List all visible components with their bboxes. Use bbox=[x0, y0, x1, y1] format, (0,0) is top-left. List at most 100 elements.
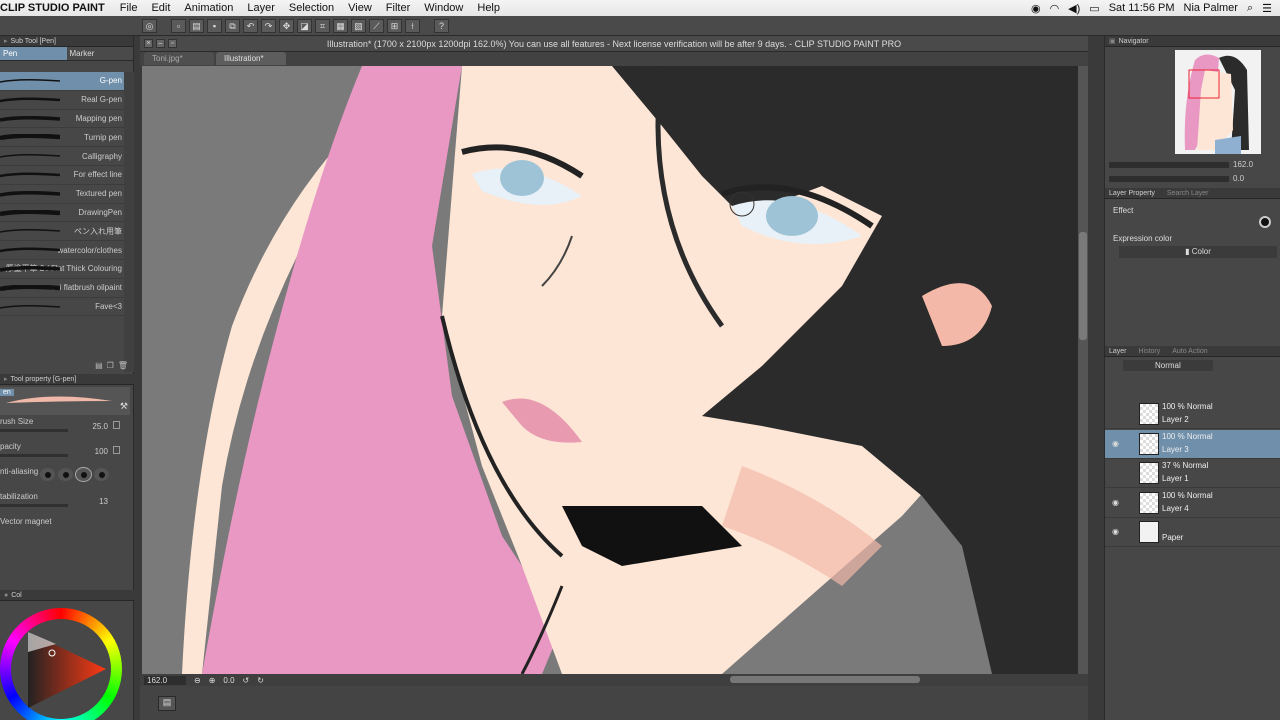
menu-view[interactable]: View bbox=[341, 2, 379, 14]
filmstrip-icon[interactable]: ▤ bbox=[158, 696, 176, 711]
brush-item[interactable]: Mapping pen bbox=[0, 110, 124, 129]
brush-item[interactable]: 厚塗平筆 2 / Flat Thick Colouring bbox=[0, 260, 124, 279]
horizontal-scroll-thumb[interactable] bbox=[730, 676, 920, 683]
tab-layer[interactable]: Layer bbox=[1109, 348, 1127, 355]
menu-filter[interactable]: Filter bbox=[379, 2, 417, 14]
tab-layer-property[interactable]: Layer Property bbox=[1109, 190, 1155, 197]
brush-item[interactable]: Calligraphy bbox=[0, 147, 124, 166]
color-panel-header[interactable]: ● Col bbox=[0, 590, 134, 601]
stabilization-slider[interactable] bbox=[0, 504, 68, 507]
search-icon[interactable]: ⌕ bbox=[1247, 2, 1253, 15]
app-name-menu[interactable]: CLIP STUDIO PAINT bbox=[0, 2, 113, 14]
brush-item[interactable]: G-pen bbox=[0, 72, 124, 91]
vertical-scroll-thumb[interactable] bbox=[1079, 232, 1087, 340]
brush-item[interactable]: DrawingPen bbox=[0, 204, 124, 223]
menu-window[interactable]: Window bbox=[417, 2, 470, 14]
wrench-icon[interactable]: ⚒ bbox=[120, 401, 128, 412]
volume-icon[interactable]: ◀) bbox=[1068, 2, 1080, 15]
brush-item[interactable]: Turnip pen bbox=[0, 128, 124, 148]
clear-icon[interactable]: ✥ bbox=[279, 18, 294, 33]
menu-help[interactable]: Help bbox=[470, 2, 507, 14]
brush-item[interactable]: ペン入れ用筆 bbox=[0, 222, 124, 242]
snap-special-icon[interactable]: ⟊ bbox=[405, 18, 420, 33]
aa-medium-option[interactable] bbox=[75, 467, 92, 482]
tab-marker[interactable]: Marker bbox=[66, 47, 133, 60]
tab-toni-jpg[interactable]: Toni.jpg* bbox=[144, 52, 214, 65]
expression-color-select[interactable]: ▮ Color bbox=[1119, 246, 1277, 258]
navigator-rotate-value[interactable]: 0.0 bbox=[1233, 174, 1244, 183]
maximize-icon[interactable]: ▫ bbox=[168, 39, 177, 48]
copy-icon[interactable]: ⧉ bbox=[225, 18, 240, 33]
hue-ring[interactable] bbox=[0, 608, 122, 720]
tab-pen[interactable]: Pen bbox=[0, 47, 67, 60]
opacity-slider[interactable] bbox=[0, 454, 68, 457]
tab-history[interactable]: History bbox=[1138, 348, 1160, 355]
snap-ruler-icon[interactable]: ⟋ bbox=[369, 18, 384, 33]
layer-row[interactable]: ◉ Paper bbox=[1105, 518, 1280, 547]
redo-icon[interactable]: ↷ bbox=[261, 18, 276, 33]
zoom-value[interactable]: 162.0 bbox=[144, 675, 186, 685]
new-file-icon[interactable]: ▫ bbox=[171, 18, 186, 33]
lock-icon[interactable]: ▤ bbox=[95, 361, 103, 370]
rotate-right-icon[interactable]: ↻ bbox=[257, 676, 264, 685]
layer-row[interactable]: 100 % Normal Layer 2 bbox=[1105, 400, 1280, 429]
collapse-icon[interactable]: ▸ bbox=[4, 38, 8, 45]
aa-strong-option[interactable] bbox=[94, 468, 109, 481]
help-icon[interactable]: ? bbox=[434, 18, 449, 33]
aa-none-option[interactable] bbox=[40, 468, 55, 481]
brush-item[interactable]: watercolor/clothes bbox=[0, 241, 124, 260]
undo-icon[interactable]: ↶ bbox=[243, 18, 258, 33]
menu-selection[interactable]: Selection bbox=[282, 2, 341, 14]
layer-row[interactable]: ◉ 100 % Normal Layer 3 bbox=[1105, 429, 1280, 459]
rotate-left-icon[interactable]: ↺ bbox=[243, 676, 250, 685]
crop-icon[interactable]: ▧ bbox=[351, 18, 366, 33]
navigator-header[interactable]: ▣ Navigator bbox=[1105, 36, 1280, 47]
menubar-user[interactable]: Nia Palmer bbox=[1184, 2, 1238, 14]
brush-item[interactable]: Fave<3 bbox=[0, 298, 124, 317]
opacity-dynamics-icon[interactable] bbox=[113, 446, 120, 454]
brush-size-row[interactable]: rush Size 25.0 bbox=[0, 415, 134, 440]
record-icon[interactable]: ◉ bbox=[1031, 2, 1041, 15]
layer-row[interactable]: ◉ 100 % Normal Layer 4 bbox=[1105, 489, 1280, 518]
duplicate-icon[interactable]: ❐ bbox=[107, 361, 114, 370]
opacity-row[interactable]: pacity 100 bbox=[0, 440, 134, 465]
brush-size-value[interactable]: 25.0 bbox=[92, 422, 108, 431]
stabilization-value[interactable]: 13 bbox=[99, 497, 108, 506]
navigator-preview[interactable] bbox=[1175, 50, 1261, 154]
list-icon[interactable]: ☰ bbox=[1262, 2, 1272, 15]
deselect-icon[interactable]: ▦ bbox=[333, 18, 348, 33]
eye-icon[interactable]: ◉ bbox=[1112, 439, 1119, 448]
effect-border-icon[interactable] bbox=[1259, 216, 1271, 228]
aa-weak-option[interactable] bbox=[58, 468, 73, 481]
navigator-rotate-slider[interactable] bbox=[1109, 176, 1229, 182]
navigator-zoom-slider[interactable] bbox=[1109, 162, 1229, 168]
opacity-value[interactable]: 100 bbox=[95, 447, 108, 456]
vertical-scrollbar[interactable] bbox=[1078, 66, 1088, 674]
blend-mode-select[interactable]: Normal bbox=[1123, 360, 1213, 371]
menu-file[interactable]: File bbox=[113, 2, 145, 14]
drawing-canvas[interactable] bbox=[142, 66, 1080, 674]
menubar-clock[interactable]: Sat 11:56 PM bbox=[1109, 2, 1175, 14]
brush-item[interactable]: For effect line bbox=[0, 166, 124, 185]
eye-icon[interactable]: ◉ bbox=[1112, 527, 1119, 536]
menu-animation[interactable]: Animation bbox=[177, 2, 240, 14]
close-icon[interactable]: × bbox=[144, 39, 153, 48]
transform-icon[interactable]: ⌗ bbox=[315, 18, 330, 33]
battery-icon[interactable]: ▭ bbox=[1089, 2, 1099, 15]
minimize-icon[interactable]: – bbox=[156, 39, 165, 48]
rotation-value[interactable]: 0.0 bbox=[223, 676, 234, 685]
fill-icon[interactable]: ◪ bbox=[297, 18, 312, 33]
zoom-out-icon[interactable]: ⊖ bbox=[194, 676, 201, 685]
tab-illustration[interactable]: Illustration* bbox=[216, 52, 286, 65]
brush-item[interactable]: Real G-pen bbox=[0, 91, 124, 110]
tab-auto-action[interactable]: Auto Action bbox=[1172, 348, 1207, 355]
brush-size-dynamics-icon[interactable] bbox=[113, 421, 120, 429]
clip-studio-icon[interactable]: ◎ bbox=[142, 18, 157, 33]
stabilization-row[interactable]: tabilization 13 bbox=[0, 490, 134, 515]
brush-item[interactable]: Textured pen bbox=[0, 185, 124, 204]
menu-edit[interactable]: Edit bbox=[144, 2, 177, 14]
menu-layer[interactable]: Layer bbox=[240, 2, 282, 14]
zoom-in-icon[interactable]: ⊕ bbox=[209, 676, 216, 685]
wifi-icon[interactable]: ◠ bbox=[1050, 2, 1060, 15]
eye-icon[interactable]: ◉ bbox=[1112, 498, 1119, 507]
